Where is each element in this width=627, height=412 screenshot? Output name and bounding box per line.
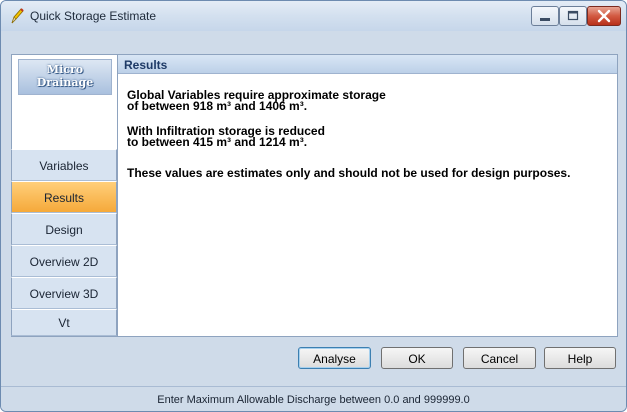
analyse-button[interactable]: Analyse xyxy=(298,347,371,369)
results-disclaimer: These values are estimates only and shou… xyxy=(127,166,571,180)
status-bar: Enter Maximum Allowable Discharge betwee… xyxy=(1,386,626,411)
nav-results[interactable]: Results xyxy=(11,181,117,213)
nav-design[interactable]: Design xyxy=(11,213,117,245)
micro-drainage-logo: Micro Drainage xyxy=(18,59,112,95)
minimize-icon xyxy=(540,18,550,21)
ok-button[interactable]: OK xyxy=(381,347,453,369)
nav-variables[interactable]: Variables xyxy=(11,149,117,181)
nav-overview-3d[interactable]: Overview 3D xyxy=(11,277,117,309)
close-icon xyxy=(597,9,611,23)
window-title: Quick Storage Estimate xyxy=(30,9,157,23)
title-bar[interactable]: Quick Storage Estimate xyxy=(1,1,626,31)
results-header: Results xyxy=(118,55,617,74)
minimize-button[interactable] xyxy=(531,6,559,26)
maximize-button[interactable] xyxy=(559,6,587,26)
maximize-icon xyxy=(567,10,579,21)
logo-line-1: Micro xyxy=(46,63,84,76)
results-title: Results xyxy=(124,58,168,72)
logo-line-2: Drainage xyxy=(36,76,94,89)
results-line-2: of between 918 m³ and 1406 m³. xyxy=(127,99,308,113)
cancel-button[interactable]: Cancel xyxy=(463,347,536,369)
quick-storage-estimate-window: Quick Storage Estimate Micro Drainage Va… xyxy=(0,0,627,412)
close-button[interactable] xyxy=(587,6,621,26)
nav-overview-2d[interactable]: Overview 2D xyxy=(11,245,117,277)
pencil-icon xyxy=(9,7,25,25)
nav-vt[interactable]: Vt xyxy=(11,309,117,336)
results-panel: Results Global Variables require approxi… xyxy=(117,54,618,337)
help-button[interactable]: Help xyxy=(544,347,616,369)
results-line-4: to between 415 m³ and 1214 m³. xyxy=(127,135,308,149)
